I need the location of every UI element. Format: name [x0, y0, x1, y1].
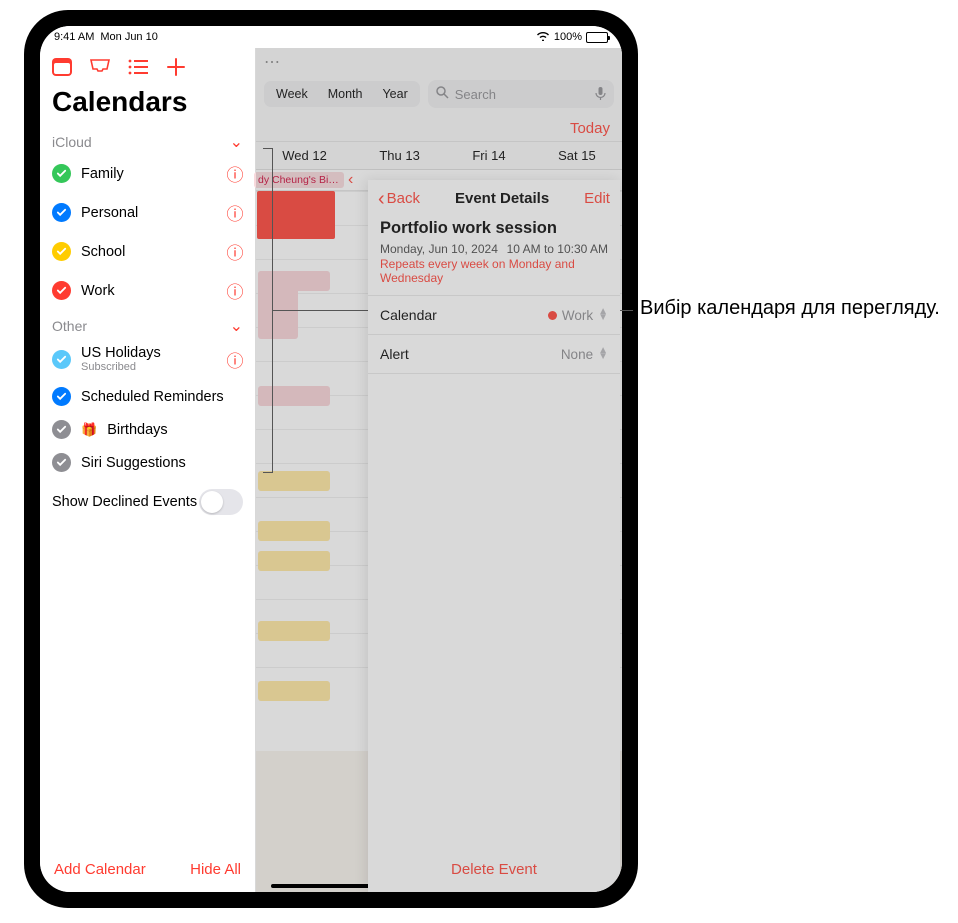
declined-toggle[interactable] — [199, 489, 243, 515]
today-button[interactable]: Today — [570, 120, 610, 137]
screen: 9:41 AM Mon Jun 10 100% — [40, 26, 622, 892]
popover-title: Event Details — [455, 190, 549, 207]
info-icon[interactable]: ⓘ — [225, 161, 245, 186]
check-icon — [52, 164, 71, 183]
info-icon[interactable]: ⓘ — [225, 278, 245, 303]
calendar-picker-row[interactable]: Calendar Work ▲▼ — [368, 296, 620, 335]
callout-bracket — [263, 148, 273, 473]
list-icon[interactable] — [126, 56, 150, 78]
calendar-item-birthdays[interactable]: 🎁 Birthdays — [40, 413, 255, 446]
event-repeat: Repeats every week on Monday and Wednesd… — [380, 256, 608, 285]
cal-sub-text: Subscribed — [81, 361, 215, 373]
calendar-view-icon[interactable] — [50, 56, 74, 78]
chevron-left-icon: ‹ — [344, 171, 357, 189]
hide-all-button[interactable]: Hide All — [190, 861, 241, 878]
day-col: Wed 12 — [282, 148, 327, 163]
updown-icon: ▲▼ — [598, 348, 608, 360]
info-icon[interactable]: ⓘ — [225, 347, 245, 372]
row-value: Work — [562, 308, 593, 323]
day-header: Wed 12 Thu 13 Fri 14 Sat 15 — [256, 141, 622, 169]
event-details-popover: ‹ Back Event Details Edit Portfolio work… — [368, 180, 620, 892]
chevron-down-icon: ⌄ — [230, 316, 243, 336]
delete-event-button[interactable]: Delete Event — [451, 861, 537, 878]
calendar-item-holidays[interactable]: US Holidays Subscribed ⓘ — [40, 338, 255, 380]
info-icon[interactable]: ⓘ — [225, 200, 245, 225]
row-label: Calendar — [380, 307, 437, 323]
add-calendar-button[interactable]: Add Calendar — [54, 861, 146, 878]
add-icon[interactable] — [164, 56, 188, 78]
calendar-item-family[interactable]: Family ⓘ — [40, 154, 255, 193]
check-icon — [52, 203, 71, 222]
wifi-icon — [536, 30, 550, 44]
info-icon[interactable]: ⓘ — [225, 239, 245, 264]
section-label: Other — [52, 318, 87, 334]
alert-picker-row[interactable]: Alert None ▲▼ — [368, 335, 620, 374]
event-time: 10 AM to 10:30 AM — [507, 242, 608, 256]
sidebar-title: Calendars — [40, 80, 255, 126]
search-input[interactable]: Search — [428, 80, 614, 108]
check-icon — [52, 350, 71, 369]
check-icon — [52, 387, 71, 406]
event-block[interactable] — [258, 551, 330, 571]
check-icon — [52, 420, 71, 439]
check-icon — [52, 281, 71, 300]
ipad-frame: 9:41 AM Mon Jun 10 100% — [24, 10, 638, 908]
status-date: Mon Jun 10 — [100, 31, 157, 43]
calendar-item-personal[interactable]: Personal ⓘ — [40, 193, 255, 232]
check-icon — [52, 453, 71, 472]
view-segmented[interactable]: Week Month Year — [264, 81, 420, 107]
cal-label-text: US Holidays — [81, 345, 215, 361]
mic-icon[interactable] — [595, 86, 606, 103]
day-col: Thu 13 — [379, 148, 419, 163]
status-time: 9:41 AM — [54, 31, 94, 43]
edit-button[interactable]: Edit — [584, 190, 610, 207]
calendar-color-dot — [548, 311, 557, 320]
main-area: ⋯ Week Month Year Search — [256, 48, 622, 892]
callout-text: Вибір календаря для перегляду. — [640, 295, 940, 322]
search-placeholder: Search — [455, 87, 496, 102]
gift-icon: 🎁 — [81, 422, 97, 438]
event-block[interactable] — [258, 471, 330, 491]
updown-icon: ▲▼ — [598, 309, 608, 321]
event-block[interactable] — [258, 621, 330, 641]
row-label: Alert — [380, 346, 409, 362]
battery-icon — [586, 32, 608, 43]
seg-week[interactable]: Week — [266, 83, 318, 105]
more-icon[interactable]: ⋯ — [256, 48, 622, 76]
event-date: Monday, Jun 10, 2024 — [380, 242, 498, 256]
row-value: None — [561, 347, 593, 362]
day-col: Fri 14 — [472, 148, 505, 163]
event-block[interactable] — [258, 681, 330, 701]
section-label: iCloud — [52, 134, 92, 150]
section-other[interactable]: Other ⌄ — [40, 310, 255, 338]
calendar-item-siri[interactable]: Siri Suggestions — [40, 446, 255, 479]
search-icon — [436, 86, 449, 102]
event-block[interactable] — [258, 521, 330, 541]
status-bar: 9:41 AM Mon Jun 10 100% — [40, 26, 622, 48]
calendar-item-reminders[interactable]: Scheduled Reminders — [40, 380, 255, 413]
inbox-icon[interactable] — [88, 56, 112, 78]
declined-toggle-row: Show Declined Events — [40, 479, 255, 525]
battery-pct: 100% — [554, 31, 582, 43]
sidebar: Calendars iCloud ⌄ Family ⓘ Personal ⓘ — [40, 48, 256, 892]
seg-month[interactable]: Month — [318, 83, 373, 105]
calendar-item-work[interactable]: Work ⓘ — [40, 271, 255, 310]
chevron-down-icon: ⌄ — [230, 132, 243, 152]
calendar-item-school[interactable]: School ⓘ — [40, 232, 255, 271]
back-button[interactable]: ‹ Back — [378, 190, 420, 207]
check-icon — [52, 242, 71, 261]
section-icloud[interactable]: iCloud ⌄ — [40, 126, 255, 154]
event-name: Portfolio work session — [380, 219, 608, 242]
toggle-label: Show Declined Events — [52, 494, 197, 510]
day-col: Sat 15 — [558, 148, 596, 163]
callout: Вибір календаря для перегляду. — [640, 295, 940, 322]
seg-year[interactable]: Year — [372, 83, 417, 105]
